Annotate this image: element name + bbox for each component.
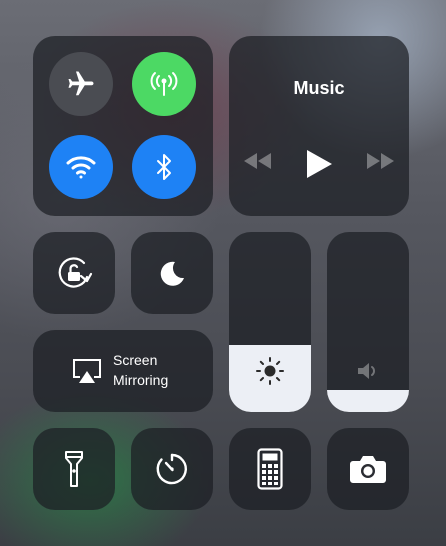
flashlight-button[interactable] — [33, 428, 115, 510]
calculator-button[interactable] — [229, 428, 311, 510]
rotation-lock-button[interactable] — [33, 232, 115, 314]
wifi-button[interactable] — [49, 135, 113, 199]
screen-mirroring-button[interactable]: Screen Mirroring — [33, 330, 213, 412]
camera-button[interactable] — [327, 428, 409, 510]
music-title: Music — [293, 78, 345, 98]
cellular-data-button[interactable] — [132, 52, 196, 116]
music-panel[interactable]: Music — [229, 36, 409, 216]
speaker-icon — [356, 360, 380, 382]
bluetooth-button[interactable] — [132, 135, 196, 199]
rotation-lock-icon — [54, 253, 94, 293]
rewind-icon[interactable] — [243, 152, 273, 170]
airplane-mode-button[interactable] — [49, 52, 113, 116]
wifi-icon — [65, 154, 97, 180]
volume-slider[interactable] — [327, 232, 409, 412]
screen-mirroring-line1: Screen — [113, 352, 158, 368]
volume-level — [327, 390, 409, 412]
connectivity-panel — [33, 36, 213, 216]
flashlight-icon — [62, 449, 86, 489]
camera-icon — [349, 453, 387, 485]
bluetooth-icon — [152, 152, 176, 182]
timer-button[interactable] — [131, 428, 213, 510]
airplane-icon — [66, 69, 96, 99]
fast-forward-icon[interactable] — [365, 152, 395, 170]
screen-mirroring-line2: Mirroring — [113, 372, 169, 388]
moon-icon — [157, 258, 187, 288]
screen-mirroring-label: Screen Mirroring — [113, 350, 168, 390]
play-icon[interactable] — [305, 149, 333, 179]
antenna-icon — [148, 68, 180, 100]
sun-icon — [255, 356, 285, 386]
calculator-icon — [257, 448, 283, 490]
do-not-disturb-button[interactable] — [131, 232, 213, 314]
brightness-slider[interactable] — [229, 232, 311, 412]
timer-icon — [154, 451, 190, 487]
airplay-icon — [71, 357, 103, 385]
